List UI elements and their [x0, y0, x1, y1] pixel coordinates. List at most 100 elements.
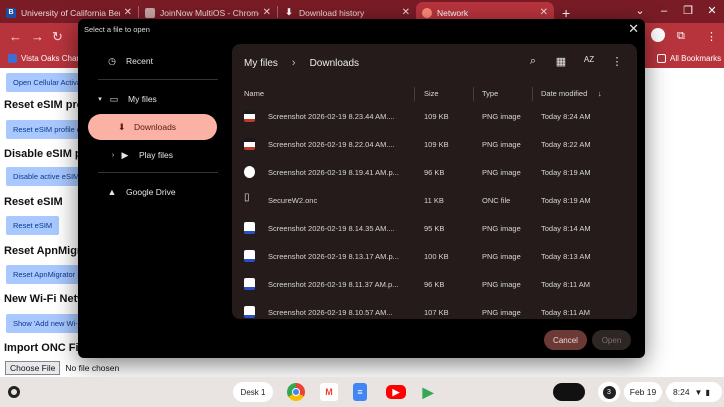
column-divider[interactable] [473, 87, 474, 101]
cancel-button[interactable]: Cancel [544, 330, 587, 350]
system-shelf: Desk 1 M ≡ ▶ ▶ 3 Feb 19 8:24 ▼ ▮ [0, 377, 724, 407]
heading-new-wifi: New Wi-Fi Netw [4, 293, 86, 305]
docs-icon[interactable]: ≡ [353, 383, 367, 401]
file-row[interactable]: Screenshot 2026-02-19 8.11.37 AM.p... 96… [232, 270, 637, 298]
file-name: SecureW2.onc [268, 196, 318, 205]
image-file-icon [244, 278, 255, 290]
download-icon: ⬇ [118, 122, 126, 132]
view-toolbar: ⌕ ▦ AZ ⋮ [519, 55, 631, 68]
sidebar-item-my-files[interactable]: ▾ ▭ My files [96, 93, 157, 105]
minimize-icon[interactable]: – [652, 5, 676, 17]
breadcrumb: My files › Downloads [244, 57, 359, 69]
tab-search-icon[interactable]: ⌄ [628, 4, 652, 17]
file-row[interactable]: Screenshot 2026-02-19 8.23.44 AM.... 109… [232, 102, 637, 130]
search-icon[interactable]: ⌕ [519, 55, 547, 68]
column-header-date[interactable]: Date modified [541, 89, 587, 98]
back-icon[interactable]: ← [9, 29, 22, 44]
tab-title: JoinNow MultiOS - Chrome Web [160, 7, 259, 18]
file-row[interactable]: Screenshot 2026-02-19 8.22.04 AM.... 109… [232, 130, 637, 158]
forward-icon[interactable]: → [31, 29, 44, 44]
profile-avatar-icon[interactable] [651, 28, 665, 42]
launcher-icon[interactable] [8, 386, 20, 398]
extensions-icon[interactable]: ⧉ [677, 30, 685, 43]
wifi-icon: ▼ [694, 387, 703, 397]
sort-descending-icon[interactable]: ↓ [598, 89, 602, 98]
column-header-type[interactable]: Type [482, 89, 498, 98]
heading-disable-esim: Disable eSIM pr [4, 148, 86, 160]
desk-button[interactable]: Desk 1 [233, 382, 273, 402]
gmail-icon[interactable]: M [320, 383, 338, 401]
file-row[interactable]: Screenshot 2026-02-19 8.19.41 AM.p... 96… [232, 158, 637, 186]
notification-badge[interactable]: 3 [598, 382, 620, 402]
column-headers: Name Size Type Date modified ↓ [232, 87, 637, 101]
close-tab-icon[interactable]: ✕ [402, 7, 410, 18]
reload-icon[interactable]: ↻ [52, 29, 63, 45]
file-type: ONC file [482, 196, 511, 205]
open-button[interactable]: Open [592, 330, 631, 350]
bookmark-vista-oaks[interactable]: Vista Oaks Charter [8, 54, 88, 63]
maximize-icon[interactable]: ❐ [676, 4, 700, 17]
date-display[interactable]: Feb 19 [624, 382, 662, 402]
image-file-icon [244, 250, 255, 262]
file-size: 11 KB [424, 196, 444, 205]
heading-import-onc: Import ONC File [4, 342, 88, 354]
sidebar-item-google-drive[interactable]: ▲ Google Drive [106, 186, 176, 198]
joinnow-favicon-icon [145, 7, 155, 18]
close-dialog-icon[interactable]: ✕ [628, 21, 639, 37]
disable-active-esim-button[interactable]: Disable active eSIM [6, 167, 87, 186]
file-name: Screenshot 2026-02-19 8.11.37 AM.p... [268, 280, 399, 289]
column-header-name[interactable]: Name [244, 89, 264, 98]
google-drive-icon: ▲ [107, 187, 117, 197]
sidebar-item-downloads[interactable]: ⬇ Downloads [88, 114, 217, 140]
column-divider[interactable] [532, 87, 533, 101]
expand-icon[interactable]: ▾ [96, 93, 104, 105]
reset-esim-button[interactable]: Reset eSIM [6, 216, 60, 235]
file-row[interactable]: Screenshot 2026-02-19 8.13.17 AM.p... 10… [232, 242, 637, 270]
close-window-icon[interactable]: ✕ [700, 4, 724, 17]
close-tab-icon[interactable]: ✕ [540, 7, 548, 18]
heading-reset-esim: Reset eSIM [4, 196, 63, 208]
folder-icon [657, 54, 666, 63]
file-size: 96 KB [424, 168, 445, 177]
collapsed-icon[interactable]: › [109, 149, 117, 161]
breadcrumb-my-files[interactable]: My files [244, 58, 278, 69]
status-tray[interactable]: 8:24 ▼ ▮ [666, 382, 722, 402]
youtube-icon[interactable]: ▶ [386, 385, 406, 399]
file-status: No file chosen [65, 363, 120, 373]
file-date: Today 8:19 AM [541, 168, 591, 177]
file-size: 107 KB [424, 308, 449, 317]
download-icon: ⬇ [285, 7, 293, 17]
file-name: Screenshot 2026-02-19 8.10.57 AM... [268, 308, 393, 317]
file-row[interactable]: Screenshot 2026-02-19 8.14.35 AM.... 95 … [232, 214, 637, 242]
battery-icon: ▮ [705, 387, 710, 397]
close-tab-icon[interactable]: ✕ [263, 7, 271, 18]
column-divider[interactable] [414, 87, 415, 101]
file-date: Today 8:19 AM [541, 196, 591, 205]
sidebar-item-play-files[interactable]: › ▶ Play files [109, 149, 173, 161]
sidebar-item-label: Google Drive [126, 187, 176, 197]
sort-az-icon[interactable]: AZ [575, 55, 603, 68]
chevron-right-icon: › [291, 57, 296, 69]
file-name: Screenshot 2026-02-19 8.13.17 AM.p... [268, 252, 399, 261]
reset-apnmigrator-button[interactable]: Reset ApnMigrator [6, 265, 83, 284]
tab-title: University of California Berkeley [21, 7, 120, 18]
play-store-icon[interactable]: ▶ [419, 383, 437, 401]
sidebar-item-recent[interactable]: ◷ Recent [106, 55, 153, 67]
file-name: Screenshot 2026-02-19 8.19.41 AM.p... [268, 168, 399, 177]
file-row[interactable]: ▯ SecureW2.onc 11 KB ONC file Today 8:19… [232, 186, 637, 214]
close-tab-icon[interactable]: ✕ [124, 7, 132, 18]
profile-avatars[interactable] [553, 383, 585, 401]
chrome-icon[interactable] [287, 383, 305, 401]
reset-esim-profile-button[interactable]: Reset eSIM profile c [6, 120, 88, 139]
menu-icon[interactable]: ⋮ [706, 30, 717, 43]
image-file-icon [244, 166, 255, 178]
choose-file-button[interactable]: Choose File [5, 361, 61, 375]
file-row[interactable]: Screenshot 2026-02-19 8.10.57 AM... 107 … [232, 298, 637, 319]
sidebar-item-label: Play files [139, 150, 174, 160]
more-options-icon[interactable]: ⋮ [603, 55, 631, 68]
file-type: PNG image [482, 112, 521, 121]
bookmark-all-bookmarks[interactable]: All Bookmarks [657, 54, 721, 63]
column-header-size[interactable]: Size [424, 89, 439, 98]
grid-view-icon[interactable]: ▦ [547, 55, 575, 68]
berkeley-favicon-icon: B [6, 7, 16, 18]
